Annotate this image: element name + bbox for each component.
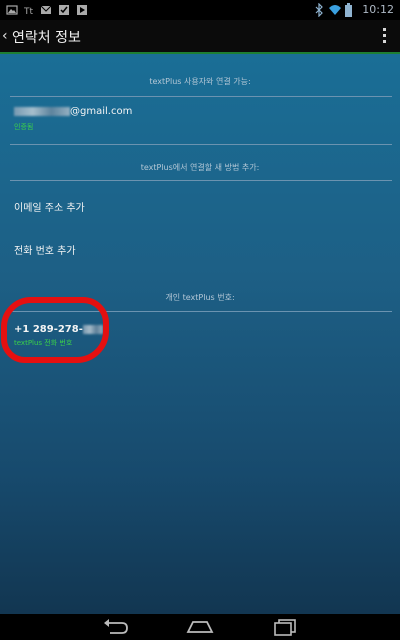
svg-text:Tt: Tt — [24, 7, 33, 17]
bluetooth-icon — [315, 3, 323, 17]
divider — [10, 144, 392, 145]
overflow-menu-icon[interactable] — [382, 28, 388, 44]
page-title: 연락처 정보 — [12, 30, 81, 46]
mail-icon — [40, 5, 52, 14]
play-icon — [77, 5, 87, 15]
red-annotation-circle — [1, 297, 109, 363]
status-bar: Tt 10:12 — [0, 0, 400, 20]
image-icon — [6, 5, 18, 15]
battery-icon — [345, 3, 352, 17]
divider — [10, 96, 392, 97]
add-connection-header: textPlus에서 연결할 새 방법 추가: — [140, 163, 260, 172]
system-icons: 10:12 — [314, 3, 394, 17]
back-arrow-icon[interactable]: ‹ — [2, 28, 8, 44]
add-phone-item[interactable]: 전화 번호 추가 — [14, 242, 76, 257]
recents-nav-icon[interactable] — [270, 616, 300, 638]
tt-icon: Tt — [24, 7, 33, 17]
email-sublabel: 인증됨 — [14, 123, 34, 131]
action-bar: ‹ 연락처 정보 — [0, 20, 400, 54]
back-nav-icon[interactable] — [100, 616, 130, 638]
textplus-users-header: textPlus 사용자와 연결 가능: — [149, 77, 251, 86]
navigation-bar — [0, 614, 400, 640]
check-icon — [59, 5, 69, 15]
clock: 10:12 — [362, 3, 394, 16]
add-email-item[interactable]: 이메일 주소 추가 — [14, 199, 85, 214]
divider — [10, 180, 392, 181]
email-suffix: @gmail.com — [70, 106, 133, 117]
email-address: @gmail.com — [14, 106, 132, 117]
home-nav-icon[interactable] — [185, 616, 215, 638]
redacted-text — [14, 106, 70, 116]
wifi-icon — [329, 5, 341, 15]
